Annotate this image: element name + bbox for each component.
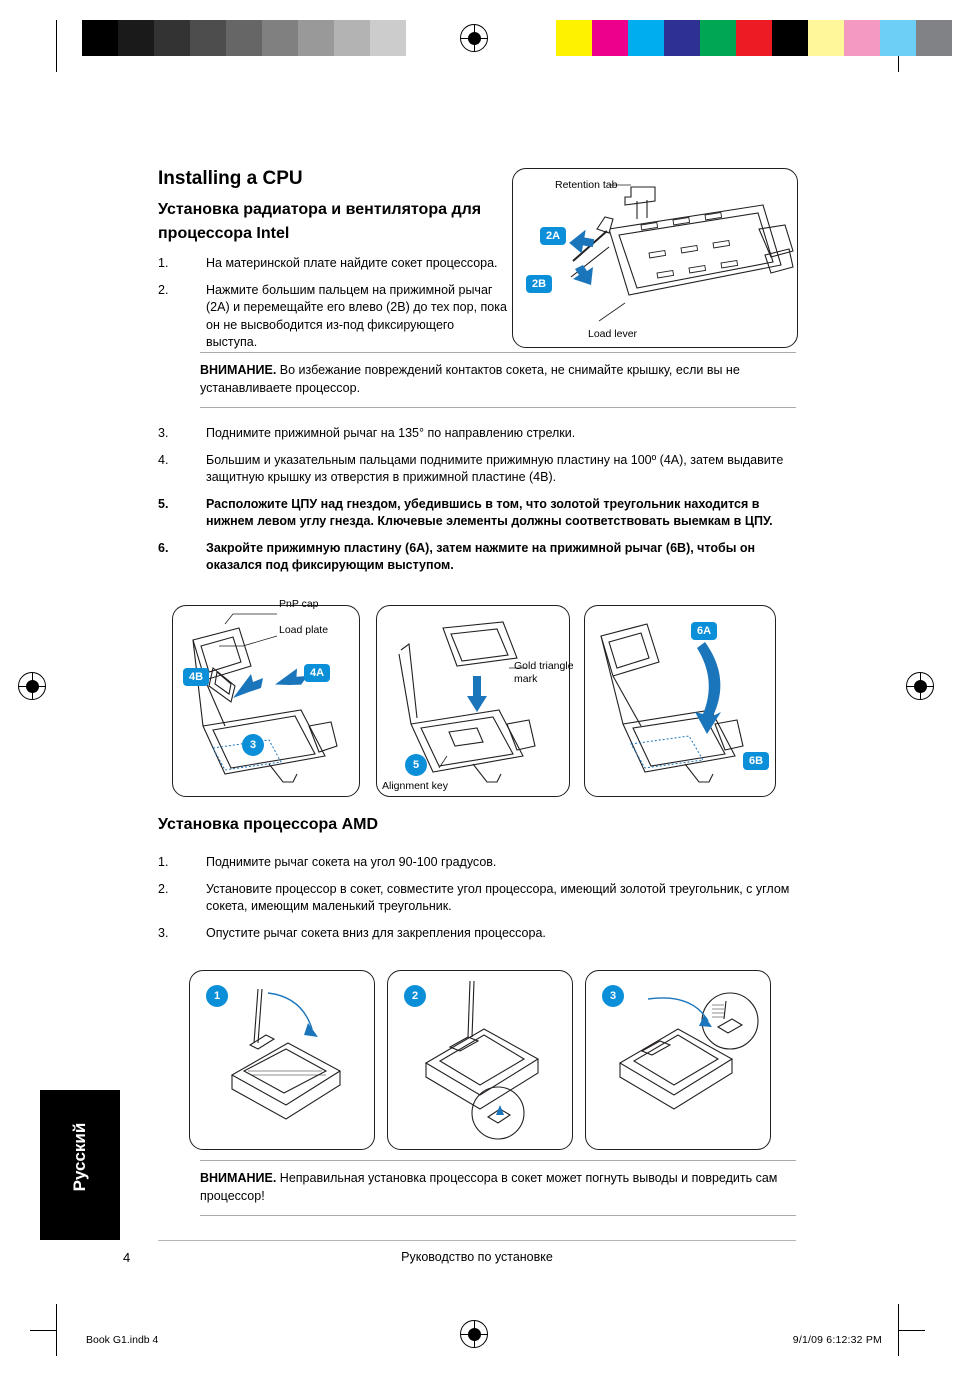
badge-6b: 6B (743, 752, 769, 770)
language-tab: Русский (40, 1090, 120, 1240)
figure-amd-step1: 1 (189, 970, 375, 1150)
caption-pnp-cap: PnP cap (279, 598, 319, 610)
caption-load-lever: Load lever (588, 328, 638, 340)
badge-amd-2: 2 (404, 985, 426, 1007)
note-bottom: ВНИМАНИЕ. Неправильная установка процесс… (200, 1160, 796, 1216)
caption-retention-tab: Retention tab (555, 179, 618, 191)
list-item: 2. Установите процессор в сокет, совмест… (158, 881, 790, 914)
badge-amd-1: 1 (206, 985, 228, 1007)
badge-4a: 4A (304, 664, 330, 682)
badge-4b: 4B (183, 668, 209, 686)
source-file-name: Book G1.indb 4 (86, 1334, 159, 1346)
list-item: 3. Опустите рычаг сокета вниз для закреп… (158, 925, 546, 940)
document-body: Installing a CPU Установка радиатора и в… (0, 0, 954, 1376)
badge-amd-3: 3 (602, 985, 624, 1007)
badge-5: 5 (405, 754, 427, 776)
list-item: 6. Закройте прижимную пластину (6A), зат… (158, 540, 756, 573)
intel-steps-bottom: 3. Поднимите прижимной рычаг на 135° по … (158, 425, 796, 584)
note-text: Во избежание повреждений контактов сокет… (200, 363, 740, 395)
note-label: ВНИМАНИЕ. (200, 363, 277, 377)
badge-3: 3 (242, 734, 264, 756)
page: Installing a CPU Установка радиатора и в… (0, 0, 954, 1376)
intel-steps-top: 1. На материнской плате найдите сокет пр… (158, 255, 508, 361)
list-item: 4. Большим и указательным пальцами подни… (158, 452, 784, 485)
figure-amd-step3: 3 (585, 970, 771, 1150)
footer-rule (158, 1240, 796, 1241)
list-item: 5. Расположите ЦПУ над гнездом, убедивши… (158, 496, 773, 529)
page-title: Installing a CPU (158, 168, 303, 189)
figure-close-load-plate: 6A 6B (584, 605, 776, 797)
print-timestamp: 9/1/09 6:12:32 PM (792, 1334, 882, 1346)
list-item: 1. На материнской плате найдите сокет пр… (158, 256, 498, 270)
caption-alignment-key: Alignment key (382, 780, 448, 792)
figure-load-plate: 4B 4A 3 (172, 605, 360, 797)
caption-load-plate: Load plate (279, 624, 329, 636)
caption-gold-triangle: Gold triangle mark (514, 660, 574, 685)
figure-retention-tab: 2A 2B (512, 168, 798, 348)
note-label: ВНИМАНИЕ. (200, 1171, 277, 1185)
list-item: 1. Поднимите рычаг сокета на угол 90-100… (158, 855, 497, 869)
note-text: Неправильная установка процессора в соке… (200, 1171, 778, 1203)
list-item: 2. Нажмите большим пальцем на прижимной … (158, 282, 507, 350)
footer-center-text: Руководство по установке (401, 1250, 553, 1264)
badge-2b: 2B (526, 275, 552, 293)
intel-section-heading: Установка радиатора и вентилятора для пр… (158, 201, 482, 242)
badge-6a: 6A (691, 622, 717, 640)
figure-cpu-placement: 5 (376, 605, 570, 797)
figure-amd-step2: 2 (387, 970, 573, 1150)
amd-steps: 1. Поднимите рычаг сокета на угол 90-100… (158, 854, 796, 951)
badge-2a: 2A (540, 227, 566, 245)
list-item: 3. Поднимите прижимной рычаг на 135° по … (158, 426, 576, 440)
amd-section-heading: Установка процессора AMD (158, 816, 379, 833)
language-tab-label: Русский (70, 1122, 89, 1192)
note-top: ВНИМАНИЕ. Во избежание повреждений конта… (200, 352, 796, 408)
